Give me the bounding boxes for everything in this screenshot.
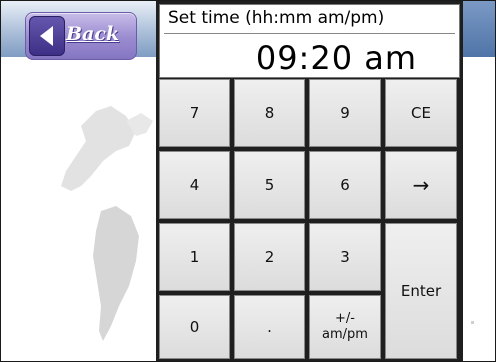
key-5[interactable]: 5 xyxy=(234,151,305,219)
back-button[interactable]: Back xyxy=(25,12,137,60)
key-enter[interactable]: Enter xyxy=(385,223,457,359)
time-entry-panel: Set time (hh:mm am/pm) 09:20 am 7 8 9 CE… xyxy=(156,1,463,361)
app-window: Back Set time (hh:mm am/pm) 09:20 am 7 8… xyxy=(0,0,496,362)
time-value: 09:20 am xyxy=(255,39,417,77)
key-0[interactable]: 0 xyxy=(159,295,230,359)
key-1[interactable]: 1 xyxy=(159,223,230,291)
key-7[interactable]: 7 xyxy=(159,79,230,147)
key-6[interactable]: 6 xyxy=(309,151,381,219)
key-8[interactable]: 8 xyxy=(234,79,305,147)
key-clear-entry[interactable]: CE xyxy=(385,79,457,147)
map-speck xyxy=(471,321,474,324)
back-arrow-icon xyxy=(29,16,65,56)
time-display: Set time (hh:mm am/pm) 09:20 am xyxy=(159,4,460,78)
key-9[interactable]: 9 xyxy=(309,79,381,147)
key-4[interactable]: 4 xyxy=(159,151,230,219)
world-map-background xyxy=(61,106,153,341)
key-decimal[interactable]: . xyxy=(234,295,305,359)
display-label: Set time (hh:mm am/pm) xyxy=(168,8,385,28)
back-label: Back xyxy=(66,23,120,45)
key-2[interactable]: 2 xyxy=(234,223,305,291)
key-arrow-right[interactable]: → xyxy=(385,151,457,219)
key-3[interactable]: 3 xyxy=(309,223,381,291)
key-sign-ampm[interactable]: +/- am/pm xyxy=(309,295,381,359)
display-divider xyxy=(164,33,455,34)
